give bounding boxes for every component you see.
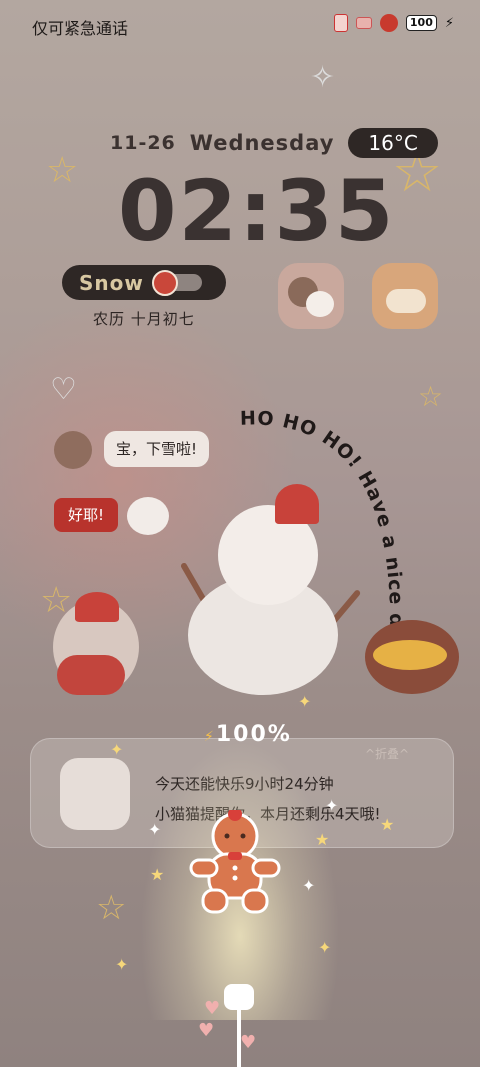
star-doodle-icon: ☆: [96, 888, 127, 928]
charging-line1: 今天还能快乐9小时24分钟: [155, 775, 334, 793]
clock: 02:35: [118, 162, 396, 260]
bear-cat-app-icon[interactable]: [278, 263, 344, 329]
sparkle-icon: ★: [150, 865, 165, 884]
chat-bubble-reply: 好耶!: [54, 498, 119, 532]
mail-icon: [355, 17, 372, 29]
sparkle-icon: ★: [380, 815, 395, 834]
cat-avatar: [127, 497, 169, 535]
bread-topping: [373, 640, 447, 670]
gingerbread-illustration: [189, 810, 281, 914]
dog-scarf: [57, 655, 125, 695]
charger-plug-icon: [224, 984, 254, 1010]
weather-label: Snow: [79, 270, 144, 295]
lunar-date: 农历 十月初七: [93, 310, 195, 328]
heart-doodle-icon: ♡: [50, 372, 77, 407]
santa-hat: [75, 592, 119, 622]
weather-pill[interactable]: Snow: [62, 265, 226, 300]
weekday-text: Wednesday: [189, 131, 335, 155]
date-row: 11-26 Wednesday 16°C: [110, 128, 438, 158]
charge-percent: ⚡100%: [204, 722, 292, 747]
sparkle-icon: ✦: [298, 692, 312, 711]
bolt-icon: ⚡: [204, 729, 216, 745]
calculator-icon: [333, 14, 348, 32]
carrier-text: 仅可紧急通话: [32, 19, 129, 38]
bolt-icon: ⚡: [444, 15, 454, 31]
sparkle-icon: ★: [315, 830, 330, 849]
status-icons: 100 ⚡: [333, 14, 454, 32]
star-doodle-icon: ✧: [310, 60, 336, 95]
santa-hat: [275, 484, 319, 524]
battery-icon: 100: [405, 15, 437, 31]
sparkle-icon: ✦: [148, 820, 162, 839]
cat-card-avatar: [60, 758, 130, 830]
date-text: 11-26: [110, 132, 176, 154]
status-bar: 仅可紧急通话 100 ⚡: [0, 0, 480, 48]
temperature-pill: 16°C: [348, 128, 438, 158]
chat-bubble-left: 宝，下雪啦!: [104, 431, 210, 467]
charge-percent-value: 100%: [215, 722, 292, 747]
star-doodle-icon: ☆: [46, 150, 79, 191]
bear-avatar: [54, 431, 92, 469]
heart-icon: ♥: [198, 1020, 215, 1041]
sparkle-icon: ✦: [325, 796, 339, 815]
sparkle-icon: ✦: [318, 938, 332, 957]
bear-icon: [379, 14, 398, 32]
fold-button[interactable]: ^折叠^: [365, 745, 409, 762]
bread-app-icon[interactable]: [372, 263, 438, 329]
heart-icon: ♥: [240, 1032, 257, 1053]
sparkle-icon: ✦: [110, 740, 124, 759]
sparkle-icon: ✦: [302, 876, 316, 895]
heart-icon: ♥: [204, 998, 221, 1019]
sparkle-icon: ✦: [115, 955, 129, 974]
apple-icon: [152, 270, 178, 296]
